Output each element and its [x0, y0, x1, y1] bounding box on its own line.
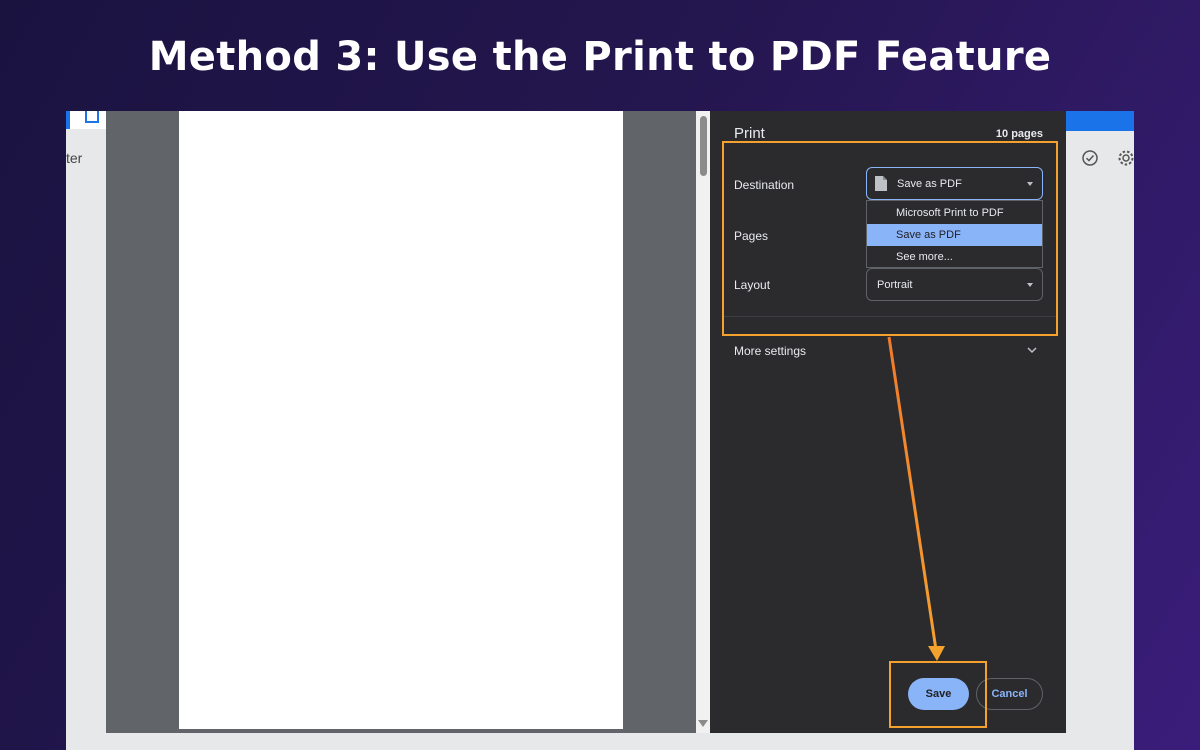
- background-partial-label: ter: [66, 150, 83, 166]
- check-circle-icon[interactable]: [1081, 149, 1099, 167]
- page-count: 10 pages: [995, 128, 1043, 140]
- print-title: Print: [734, 125, 765, 142]
- more-settings-toggle[interactable]: More settings: [734, 344, 806, 358]
- toolbar-strip: [66, 111, 70, 129]
- window-square-icon: [85, 111, 99, 123]
- save-highlight-box: [889, 661, 987, 728]
- gear-icon[interactable]: [1117, 149, 1135, 167]
- chevron-down-icon[interactable]: [1026, 345, 1038, 355]
- page-heading: Method 3: Use the Print to PDF Feature: [148, 34, 1052, 80]
- preview-page: [179, 111, 623, 729]
- settings-highlight-box: [722, 141, 1058, 336]
- scroll-down-arrow-icon[interactable]: [698, 720, 708, 727]
- scrollbar-thumb[interactable]: [700, 116, 707, 176]
- preview-scrollbar[interactable]: [696, 111, 710, 733]
- background-app-toolbar-right: [1066, 111, 1134, 131]
- background-app-toolbar-left: [66, 111, 106, 129]
